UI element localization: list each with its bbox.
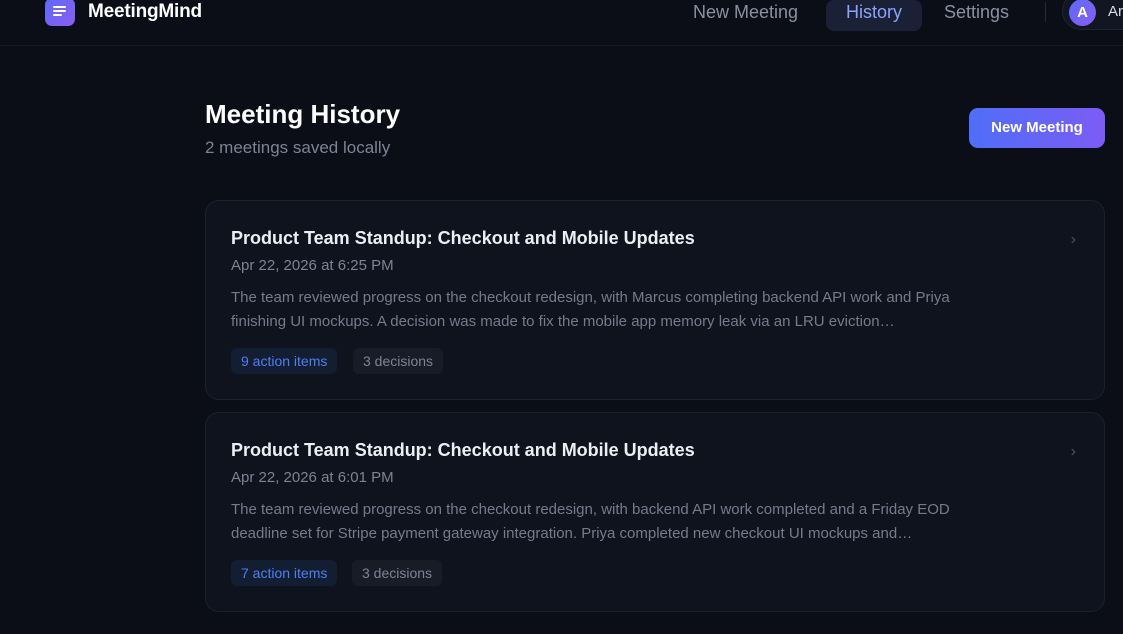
- meeting-date: Apr 22, 2026 at 6:01 PM: [231, 469, 394, 486]
- decisions-badge: 3 decisions: [352, 560, 443, 586]
- meeting-title: Product Team Standup: Checkout and Mobil…: [231, 228, 695, 248]
- page-subtitle: 2 meetings saved locally: [205, 138, 391, 157]
- chevron-right-icon: ›: [1070, 231, 1076, 248]
- decisions-badge: 3 decisions: [353, 348, 444, 374]
- avatar: A: [1069, 0, 1096, 26]
- meeting-card[interactable]: Product Team Standup: Checkout and Mobil…: [205, 412, 1105, 612]
- meeting-date: Apr 22, 2026 at 6:25 PM: [231, 257, 394, 274]
- user-menu[interactable]: A Ar: [1062, 0, 1123, 30]
- meeting-summary: The team reviewed progress on the checko…: [231, 289, 950, 330]
- nav-settings[interactable]: Settings: [926, 0, 1027, 31]
- action-items-badge: 9 action items: [231, 348, 338, 374]
- nav-divider: [1045, 2, 1046, 22]
- action-items-badge: 7 action items: [231, 560, 338, 586]
- chevron-right-icon: ›: [1070, 443, 1076, 460]
- meeting-summary: The team reviewed progress on the checko…: [231, 501, 950, 542]
- user-name: Ar: [1108, 3, 1123, 20]
- page-title: Meeting History: [205, 99, 401, 129]
- meeting-card[interactable]: Product Team Standup: Checkout and Mobil…: [205, 200, 1105, 400]
- new-meeting-button[interactable]: New Meeting: [969, 108, 1105, 148]
- nav-new-meeting[interactable]: New Meeting: [675, 0, 816, 31]
- meeting-title: Product Team Standup: Checkout and Mobil…: [231, 440, 695, 460]
- nav-history[interactable]: History: [826, 0, 922, 31]
- app-logo-icon[interactable]: [45, 0, 75, 26]
- top-navigation-bar: MeetingMind New Meeting History Settings…: [0, 0, 1123, 46]
- brand-name[interactable]: MeetingMind: [88, 1, 202, 23]
